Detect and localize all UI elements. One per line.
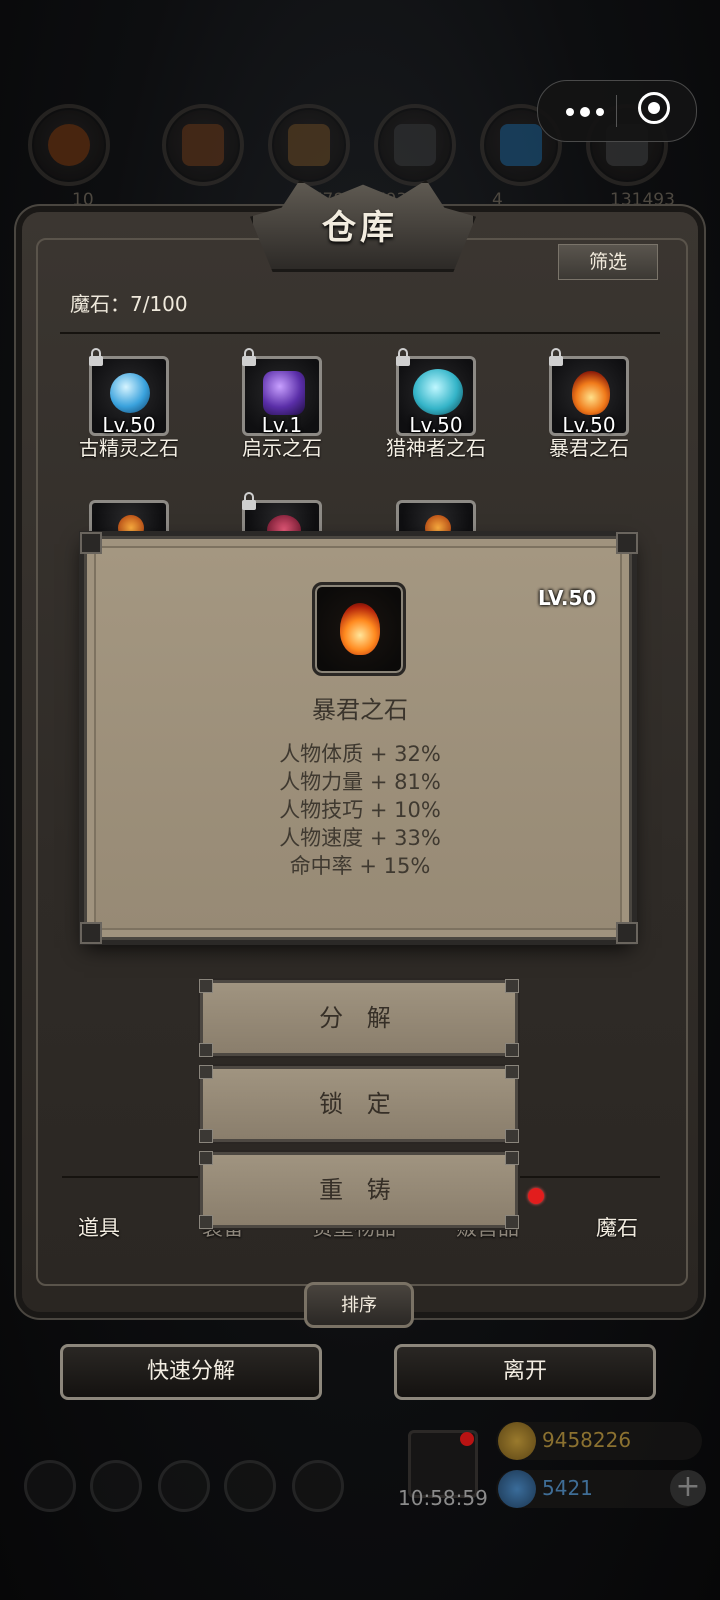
stone-count: 魔石：7/100 [70, 292, 188, 316]
recast-button[interactable]: 重 铸 [199, 1151, 519, 1229]
chat-icon[interactable] [292, 1460, 344, 1512]
corner-bolt [505, 1151, 519, 1165]
tab-items[interactable]: 道具 [78, 1212, 120, 1242]
stat-line: 人物速度 + 33% [279, 826, 441, 850]
item-name: 猎神者之石 [386, 436, 486, 460]
fire-stone-icon [340, 603, 380, 655]
detail-item-name: 暴君之石 [312, 696, 408, 724]
corner-bolt [505, 979, 519, 993]
capsule-divider [616, 95, 617, 127]
countdown-timer: 10:58:59 [398, 1486, 488, 1510]
tab-magic-stones[interactable]: 魔石 [596, 1212, 638, 1242]
corner-ornament [616, 922, 638, 944]
detail-level: LV.50 [538, 586, 597, 610]
miniprogram-capsule [537, 80, 697, 142]
mail-icon[interactable] [224, 1460, 276, 1512]
lock-icon [241, 348, 257, 366]
close-miniprogram-icon[interactable] [638, 92, 670, 124]
item-slot-revelation-stone[interactable]: Lv.1 [242, 356, 322, 437]
item-name: 暴君之石 [549, 436, 629, 460]
lock-label: 锁 定 [319, 1090, 399, 1118]
fire-stone-icon [572, 371, 610, 415]
stat-line: 人物力量 + 81% [279, 770, 441, 794]
sort-button[interactable]: 排序 [304, 1282, 414, 1328]
item-name: 古精灵之石 [79, 436, 179, 460]
lock-icon [88, 348, 104, 366]
corner-ornament [616, 532, 638, 554]
warehouse-title: 仓库 [322, 208, 398, 248]
stat-line: 人物体质 + 32% [279, 742, 441, 766]
iron-resource-icon[interactable] [374, 104, 456, 186]
recast-label: 重 铸 [319, 1176, 399, 1204]
decompose-label: 分 解 [319, 1004, 399, 1032]
event-pumpkin-icon[interactable] [28, 104, 110, 186]
resource-value: 10 [72, 190, 94, 210]
purple-crystal-icon [263, 371, 305, 415]
corner-ornament [80, 532, 102, 554]
add-gems-button[interactable]: + [670, 1470, 706, 1506]
resource-value: 4 [492, 190, 503, 210]
resource-value: 131493 [610, 190, 675, 210]
blue-orb-icon [110, 373, 150, 413]
filter-button[interactable]: 筛选 [558, 244, 658, 280]
plank-resource-icon[interactable] [268, 104, 350, 186]
divider [60, 332, 660, 334]
item-name: 启示之石 [242, 436, 322, 460]
corner-bolt [199, 1065, 213, 1079]
item-slot-tyrant-stone[interactable]: Lv.50 [549, 356, 629, 437]
notification-dot [528, 1188, 544, 1204]
corner-bolt [199, 1151, 213, 1165]
more-menu-icon[interactable] [566, 107, 606, 117]
corner-bolt [199, 979, 213, 993]
wood-resource-icon[interactable] [162, 104, 244, 186]
star-icon[interactable] [90, 1460, 142, 1512]
corner-bolt [199, 1129, 213, 1143]
item-slot-ancient-elf-stone[interactable]: Lv.50 [89, 356, 169, 437]
corner-bolt [199, 1215, 213, 1229]
corner-bolt [505, 1065, 519, 1079]
corner-bolt [199, 1043, 213, 1057]
corner-bolt [505, 1215, 519, 1229]
teal-swirl-icon [413, 369, 463, 415]
diamond-icon [498, 1470, 536, 1508]
item-slot-fire-stone[interactable] [396, 500, 476, 541]
lock-icon [395, 348, 411, 366]
corner-ornament [80, 922, 102, 944]
quick-decompose-button[interactable]: 快速分解 [60, 1344, 322, 1400]
decompose-button[interactable]: 分 解 [199, 979, 519, 1057]
lock-icon [548, 348, 564, 366]
corner-bolt [505, 1043, 519, 1057]
leave-button[interactable]: 离开 [394, 1344, 656, 1400]
lock-button[interactable]: 锁 定 [199, 1065, 519, 1143]
stat-line: 命中率 + 15% [289, 854, 431, 878]
item-slot-godhunter-stone[interactable]: Lv.50 [396, 356, 476, 437]
gold-coin-icon [498, 1422, 536, 1460]
stat-line: 人物技巧 + 10% [279, 798, 441, 822]
gold-amount: 9458226 [542, 1428, 632, 1452]
guild-icon[interactable] [158, 1460, 210, 1512]
notification-dot [460, 1432, 474, 1446]
detail-item-icon [312, 582, 406, 676]
gem-amount: 5421 [542, 1476, 593, 1500]
lock-icon [241, 492, 257, 510]
settings-gear-icon[interactable] [24, 1460, 76, 1512]
corner-bolt [505, 1129, 519, 1143]
